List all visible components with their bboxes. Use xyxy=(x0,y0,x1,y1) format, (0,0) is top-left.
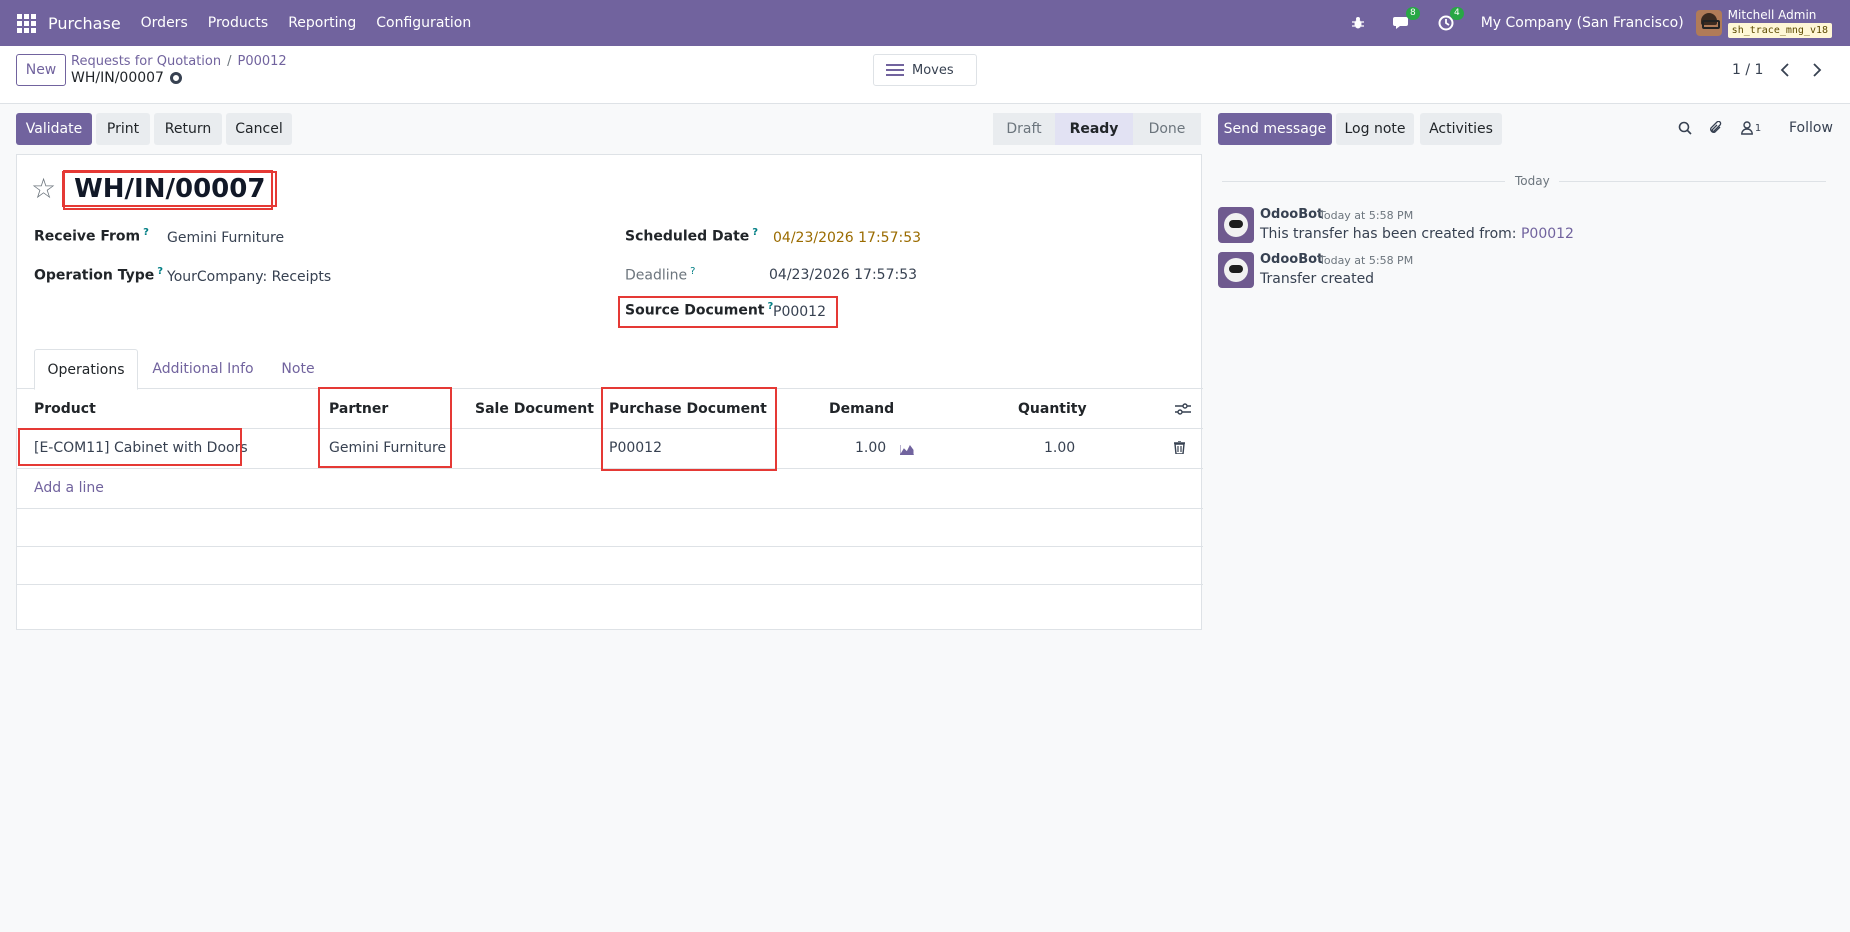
menu-orders[interactable]: Orders xyxy=(141,15,188,31)
operation-type-label: Operation Type? xyxy=(34,266,164,284)
date-separator: Today xyxy=(1222,174,1826,188)
list-icon xyxy=(886,64,904,76)
add-line-link[interactable]: Add a line xyxy=(34,480,104,496)
empty-row xyxy=(17,509,1203,547)
search-icon[interactable] xyxy=(1677,120,1693,136)
message-time: Today at 5:58 PM xyxy=(1319,209,1414,222)
user-avatar[interactable] xyxy=(1695,10,1722,36)
record-name: WH/IN/00007 xyxy=(71,70,182,86)
odoobot-avatar[interactable] xyxy=(1218,207,1254,243)
stage-ready[interactable]: Ready xyxy=(1055,113,1133,145)
message-author[interactable]: OdooBot xyxy=(1260,252,1323,267)
forecast-chart-icon[interactable] xyxy=(900,443,914,455)
print-button[interactable]: Print xyxy=(96,113,150,145)
message-author[interactable]: OdooBot xyxy=(1260,207,1323,222)
trash-icon[interactable] xyxy=(1174,441,1185,454)
scheduled-date-field[interactable]: 04/23/2026 17:57:53 xyxy=(773,230,921,246)
paperclip-icon[interactable] xyxy=(1708,120,1724,136)
receive-from-field[interactable]: Gemini Furniture xyxy=(167,230,284,246)
form-sheet: ☆ WH/IN/00007 Receive From? Gemini Furni… xyxy=(16,154,1203,630)
breadcrumb-po[interactable]: P00012 xyxy=(238,54,287,69)
help-icon[interactable]: ? xyxy=(143,227,149,238)
followers-count: 1 xyxy=(1754,122,1762,134)
receive-from-label: Receive From? xyxy=(34,227,149,245)
source-document-field[interactable]: P00012 xyxy=(773,304,826,320)
star-icon[interactable]: ☆ xyxy=(31,175,56,203)
breadcrumb-rfq[interactable]: Requests for Quotation xyxy=(71,54,221,69)
message-link[interactable]: P00012 xyxy=(1521,226,1574,242)
row-demand: 1.00 xyxy=(855,440,887,456)
chevron-right-icon[interactable] xyxy=(1803,56,1831,84)
purchase-document-column-highlight xyxy=(601,387,777,471)
row-quantity[interactable]: 1.00 xyxy=(1044,440,1075,456)
help-icon[interactable]: ? xyxy=(752,227,758,238)
moves-button[interactable]: Moves xyxy=(873,54,977,86)
messages-count-badge: 8 xyxy=(1405,7,1420,20)
tab-additional-info[interactable]: Additional Info xyxy=(146,349,260,389)
date-separator-label: Today xyxy=(1509,174,1556,188)
empty-row xyxy=(17,547,1203,585)
menu-configuration[interactable]: Configuration xyxy=(376,15,471,31)
product-cell-highlight xyxy=(18,428,242,466)
message-body: This transfer has been created from: P00… xyxy=(1260,226,1574,242)
activities-count-badge: 4 xyxy=(1449,7,1464,20)
add-line-row: Add a line xyxy=(17,469,1203,509)
log-note-button[interactable]: Log note xyxy=(1336,113,1414,145)
new-button[interactable]: New xyxy=(16,54,66,86)
user-menu[interactable]: Mitchell Admin sh_trace_mng_v18 xyxy=(1727,7,1832,38)
record-name-text: WH/IN/00007 xyxy=(71,70,164,86)
breadcrumb-separator: / xyxy=(227,54,232,69)
messages-icon[interactable]: 8 xyxy=(1392,7,1420,32)
apps-menu-icon[interactable] xyxy=(17,13,37,33)
pager-value[interactable]: 1 / 1 xyxy=(1732,62,1763,78)
gear-icon[interactable] xyxy=(169,72,182,84)
message-body: Transfer created xyxy=(1260,271,1375,287)
cancel-button[interactable]: Cancel xyxy=(226,113,292,145)
menu-products[interactable]: Products xyxy=(208,15,268,31)
breadcrumb: Requests for Quotation / P00012 xyxy=(71,54,287,69)
deadline-field: 04/23/2026 17:57:53 xyxy=(769,267,918,283)
source-document-label: Source Document? xyxy=(625,301,774,319)
tab-operations[interactable]: Operations xyxy=(34,349,138,390)
notebook-tabs: Operations Additional Info Note xyxy=(17,349,1203,390)
stage-done[interactable]: Done xyxy=(1133,113,1201,145)
column-quantity[interactable]: Quantity xyxy=(1018,401,1087,417)
moves-label: Moves xyxy=(912,62,954,78)
menu-reporting[interactable]: Reporting xyxy=(288,15,356,31)
chatter-message: OdooBot Today at 5:58 PM This transfer h… xyxy=(1218,207,1818,245)
deadline-label: Deadline? xyxy=(625,266,696,284)
title-highlight xyxy=(63,170,273,210)
send-message-button[interactable]: Send message xyxy=(1218,113,1332,145)
user-name: Mitchell Admin xyxy=(1727,7,1817,22)
message-time: Today at 5:58 PM xyxy=(1319,254,1414,267)
help-icon[interactable]: ? xyxy=(157,266,163,277)
tab-note[interactable]: Note xyxy=(270,349,326,389)
optional-columns-icon[interactable] xyxy=(1175,403,1191,415)
company-switcher[interactable]: My Company (San Francisco) xyxy=(1481,15,1684,31)
debug-bug-icon[interactable] xyxy=(1349,14,1367,32)
return-button[interactable]: Return xyxy=(154,113,222,145)
scheduled-date-label: Scheduled Date? xyxy=(625,227,759,245)
operation-type-field[interactable]: YourCompany: Receipts xyxy=(167,269,331,285)
database-name: sh_trace_mng_v18 xyxy=(1727,22,1832,38)
help-icon[interactable]: ? xyxy=(690,266,695,277)
followers-icon[interactable]: 1 xyxy=(1738,120,1764,136)
chatter-message: OdooBot Today at 5:58 PM Transfer create… xyxy=(1218,252,1818,290)
chevron-left-icon[interactable] xyxy=(1771,56,1799,84)
stage-draft[interactable]: Draft xyxy=(993,113,1055,145)
column-product[interactable]: Product xyxy=(34,401,96,417)
odoobot-avatar[interactable] xyxy=(1218,252,1254,288)
app-name[interactable]: Purchase xyxy=(48,14,121,33)
partner-column-highlight xyxy=(318,387,452,468)
activities-clock-icon[interactable]: 4 xyxy=(1437,7,1464,32)
status-bar: Draft Ready Done xyxy=(993,113,1201,145)
column-sale-document[interactable]: Sale Document xyxy=(475,401,594,417)
top-navbar: Purchase Orders Products Reporting Confi… xyxy=(0,0,1850,46)
validate-button[interactable]: Validate xyxy=(16,113,92,145)
control-panel: New Requests for Quotation / P00012 WH/IN/… xyxy=(0,46,1850,104)
follow-button[interactable]: Follow xyxy=(1789,120,1833,136)
activities-button[interactable]: Activities xyxy=(1420,113,1502,145)
column-demand[interactable]: Demand xyxy=(829,401,894,417)
